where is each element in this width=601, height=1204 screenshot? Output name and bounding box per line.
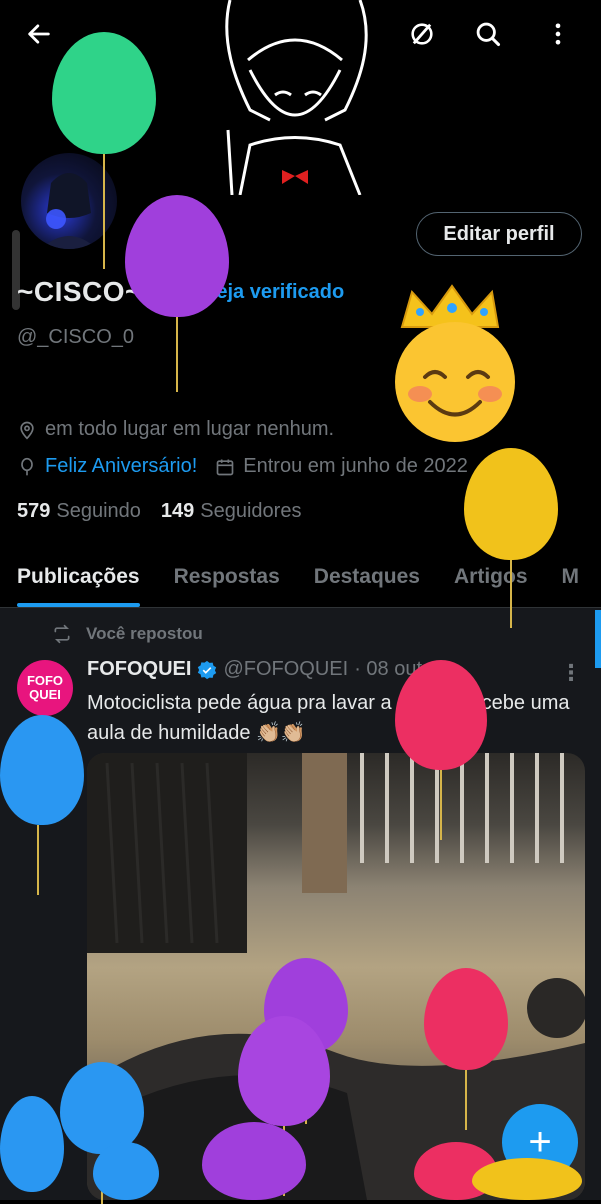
following-link[interactable]: 579 Seguindo [17, 500, 141, 523]
tab-label: Respostas [173, 565, 280, 588]
author-display-name: FOFOQUEI [87, 658, 192, 680]
joined-date: Entrou em junho de 2022 [243, 455, 468, 477]
followers-label: Seguidores [200, 500, 302, 522]
profile-meta: Feliz Aniversário! Entrou em junho de 20… [17, 455, 468, 478]
tab-more[interactable]: M [545, 555, 597, 607]
compose-plus-icon: + [528, 1119, 552, 1164]
tab-underline [17, 603, 140, 607]
balloon-decoration [464, 448, 558, 628]
follow-stats: 579 Seguindo 149 Seguidores [17, 500, 301, 523]
tab-label: Destaques [313, 565, 420, 588]
followers-count: 149 [160, 500, 195, 522]
avatar-logo-text-2: QUEI [29, 687, 61, 702]
banner-illustration [225, 0, 368, 195]
balloon-icon [21, 457, 33, 475]
search-icon [476, 22, 501, 47]
post-date: · 08 out. [354, 658, 428, 680]
tab-respostas[interactable]: Respostas [157, 555, 297, 607]
repost-label: Você repostou [86, 624, 203, 643]
tab-label: Artigos [454, 565, 528, 588]
verified-badge-icon[interactable] [168, 281, 192, 310]
following-count: 579 [17, 500, 51, 522]
scroll-indicator [595, 610, 601, 668]
profile-location: em todo lugar em lugar nenhum. [17, 418, 334, 441]
crowned-smiley-emoji [395, 284, 515, 442]
location-pin-icon [20, 421, 34, 440]
profile-handle: @_CISCO_0 [17, 326, 135, 348]
tab-publicacoes[interactable]: Publicações [0, 555, 157, 607]
balloon-body [464, 448, 558, 560]
post-text: Motociclista pede água pra lavar a moto … [87, 692, 570, 744]
more-vertical-icon [555, 23, 561, 45]
post-author[interactable]: FOFOQUEI @FOFOQUEI · 08 out. [87, 658, 428, 681]
tab-label: M [561, 565, 580, 588]
tab-artigos[interactable]: Artigos [437, 555, 545, 607]
avatar[interactable] [18, 150, 120, 252]
compose-button[interactable]: + [502, 1104, 578, 1180]
birthday-link[interactable]: Feliz Aniversário! [45, 455, 197, 478]
more-options-button[interactable] [538, 14, 578, 54]
avatar-image [41, 173, 97, 249]
post-more-icon[interactable]: ⋮ [560, 660, 582, 686]
balloon-string [176, 317, 178, 392]
following-label: Seguindo [56, 500, 141, 522]
get-verified-link[interactable]: Seja verificado [203, 281, 344, 304]
profile-name: ~CISCO~ [17, 276, 142, 307]
repost-header: Você repostou [52, 624, 203, 644]
calendar-icon [216, 459, 234, 475]
grok-icon [411, 23, 433, 45]
verified-check-icon [198, 660, 217, 679]
grok-button[interactable] [402, 14, 442, 54]
back-button[interactable] [19, 14, 59, 54]
profile-tabs: Publicações Respostas Destaques Artigos … [0, 555, 601, 608]
post-author-avatar[interactable]: FOFO QUEI [17, 660, 73, 716]
location-text: em todo lugar em lugar nenhum. [45, 418, 335, 440]
author-username: @FOFOQUEI [223, 658, 349, 680]
arrow-left-icon [28, 24, 50, 44]
followers-link[interactable]: 149 Seguidores [161, 500, 302, 523]
avatar-logo-text-1: FOFO [26, 673, 64, 688]
repost-icon [54, 624, 70, 644]
tab-label: Publicações [17, 565, 140, 588]
search-button[interactable] [468, 14, 508, 54]
tab-destaques[interactable]: Destaques [297, 555, 437, 607]
edit-profile-button[interactable]: Editar perfil [416, 212, 582, 256]
